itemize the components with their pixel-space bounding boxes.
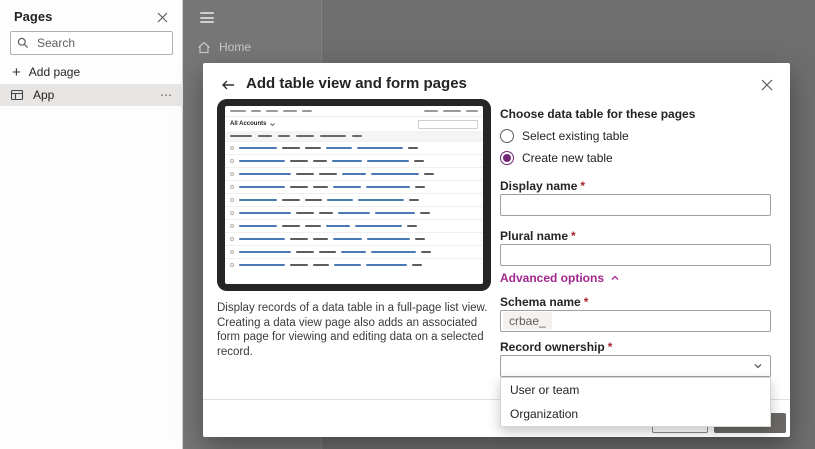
schema-prefix: crbae_ — [503, 312, 552, 330]
dropdown-option-user-or-team[interactable]: User or team — [501, 378, 770, 402]
back-button[interactable] — [219, 76, 237, 94]
required-asterisk: * — [584, 295, 589, 309]
search-icon — [17, 37, 29, 49]
preview-screen: All Accounts — [225, 106, 483, 284]
record-ownership-label: Record ownership* — [500, 340, 612, 354]
dropdown-option-organization[interactable]: Organization — [501, 402, 770, 426]
hamburger-icon — [200, 12, 214, 26]
preview-row — [225, 167, 483, 180]
sidebar-item-app-label: App — [33, 88, 151, 102]
table-icon — [10, 88, 24, 102]
nav-item-home: Home — [197, 40, 251, 54]
display-name-input[interactable] — [500, 194, 771, 216]
add-page-button[interactable]: + Add page — [12, 61, 80, 83]
preview-row — [225, 219, 483, 232]
preview-row — [225, 180, 483, 193]
preview-view-title: All Accounts — [230, 121, 266, 127]
plural-name-label: Plural name* — [500, 229, 576, 243]
more-options-icon[interactable]: ⋯ — [160, 88, 173, 102]
nav-item-home-label: Home — [219, 40, 251, 54]
home-icon — [197, 41, 211, 54]
preview-row — [225, 258, 483, 271]
add-page-label: Add page — [29, 65, 80, 79]
plus-icon: + — [12, 65, 21, 80]
preview-row — [225, 206, 483, 219]
pages-search-box[interactable] — [10, 31, 173, 55]
pages-panel-title: Pages — [14, 9, 52, 24]
dialog-title: Add table view and form pages — [246, 75, 467, 92]
display-name-label: Display name* — [500, 179, 585, 193]
pages-panel-close-button[interactable] — [154, 9, 170, 25]
preview-toolbar — [225, 106, 483, 117]
radio-create-new-table[interactable]: Create new table — [500, 151, 613, 165]
required-asterisk: * — [608, 340, 613, 354]
schema-name-label: Schema name* — [500, 295, 588, 309]
preview-row — [225, 141, 483, 154]
dialog-close-button[interactable] — [758, 76, 776, 94]
advanced-options-label: Advanced options — [500, 271, 604, 285]
preview-row — [225, 232, 483, 245]
sidebar-item-app[interactable]: App ⋯ — [0, 84, 183, 106]
preview-row — [225, 154, 483, 167]
preview-row — [225, 245, 483, 258]
preview-search-box — [418, 120, 478, 129]
preview-view-title-row: All Accounts — [225, 117, 483, 131]
radio-circle-selected — [500, 151, 514, 165]
advanced-options-toggle[interactable]: Advanced options — [500, 271, 620, 285]
required-asterisk: * — [580, 179, 585, 193]
preview-row — [225, 193, 483, 206]
required-asterisk: * — [571, 229, 576, 243]
radio-circle-unselected — [500, 129, 514, 143]
tablet-preview: All Accounts — [217, 99, 491, 291]
dialog-description: Display records of a data table in a ful… — [217, 301, 497, 359]
radio-existing-label: Select existing table — [522, 129, 629, 143]
chevron-up-icon — [610, 273, 620, 283]
pages-sidebar: Pages + Add page App ⋯ — [0, 0, 183, 449]
add-table-view-form-pages-dialog: Add table view and form pages All Accoun… — [203, 63, 790, 437]
plural-name-input[interactable] — [500, 244, 771, 266]
search-input[interactable] — [35, 35, 166, 51]
radio-select-existing-table[interactable]: Select existing table — [500, 129, 629, 143]
record-ownership-dropdown[interactable] — [500, 355, 771, 377]
app-root: Home Pages + Add page App ⋯ — [0, 0, 815, 449]
chevron-down-icon — [753, 361, 763, 371]
choose-data-table-label: Choose data table for these pages — [500, 107, 695, 121]
schema-name-input[interactable]: crbae_ — [500, 310, 771, 332]
radio-new-label: Create new table — [522, 151, 613, 165]
record-ownership-listbox: User or team Organization — [500, 377, 771, 427]
preview-grid-header — [225, 131, 483, 141]
